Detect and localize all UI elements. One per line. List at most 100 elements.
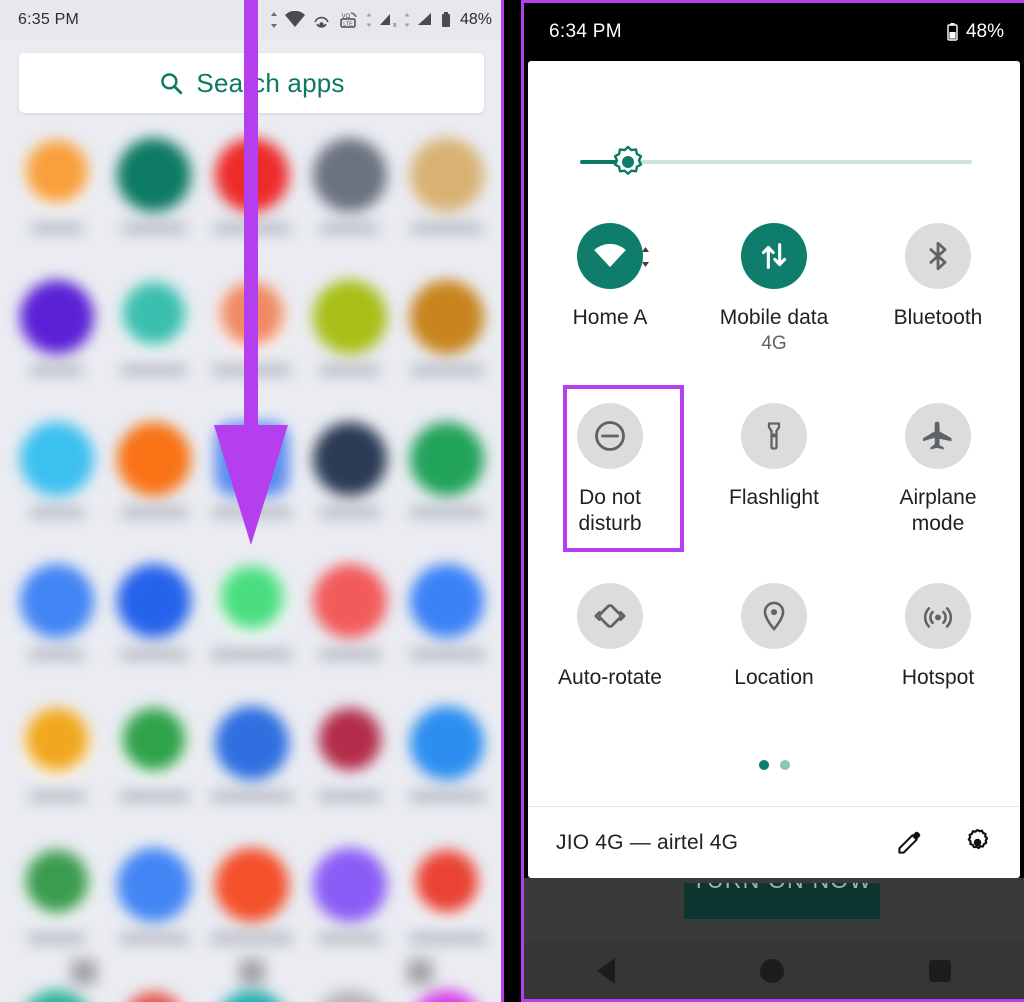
qs-tile-home-a[interactable]: Home A <box>528 209 692 389</box>
app-icon <box>410 138 485 212</box>
app-drawer-item[interactable] <box>208 698 296 840</box>
svg-text:LTE: LTE <box>343 22 353 28</box>
app-label <box>411 223 484 234</box>
qs-tile-auto-rotate[interactable]: Auto-rotate <box>528 569 692 749</box>
app-drawer-item[interactable] <box>208 272 296 414</box>
page-dot-2[interactable] <box>779 760 790 770</box>
app-drawer-item[interactable] <box>110 698 198 840</box>
auto-rotate-icon <box>577 583 643 649</box>
gear-icon[interactable] <box>963 828 992 857</box>
app-icon <box>214 422 289 496</box>
app-drawer-item[interactable] <box>403 272 491 414</box>
qs-tile-location[interactable]: Location <box>692 569 856 749</box>
right-nav-bar[interactable] <box>524 942 1024 999</box>
app-icon <box>117 138 192 212</box>
app-icon <box>117 706 192 780</box>
app-drawer-item[interactable] <box>110 130 198 272</box>
brightness-slider[interactable] <box>580 145 972 179</box>
app-icon <box>19 706 94 780</box>
app-drawer-item[interactable] <box>13 698 101 840</box>
data-transfer-icon <box>270 12 277 28</box>
left-status-bar: 6:35 PM LTE VO x 48% <box>0 0 501 40</box>
recents-button[interactable] <box>929 959 952 982</box>
qs-tile-mobile-data[interactable]: Mobile data 4G <box>692 209 856 389</box>
battery-icon <box>947 22 958 41</box>
app-drawer-item[interactable] <box>403 556 491 698</box>
app-drawer-item[interactable] <box>13 556 101 698</box>
app-drawer-item[interactable] <box>208 556 296 698</box>
qs-tile-label: Hotspot <box>901 666 975 689</box>
app-label <box>319 507 381 518</box>
app-drawer-item[interactable] <box>306 272 394 414</box>
flashlight-icon <box>741 403 807 469</box>
pencil-icon[interactable] <box>896 829 923 856</box>
mobile-data-icon <box>741 223 807 289</box>
right-status-time: 6:34 PM <box>549 20 622 42</box>
app-label <box>212 365 292 376</box>
app-icon <box>117 848 192 922</box>
qs-tile-airplane-mode[interactable]: Airplane mode <box>856 389 1020 569</box>
app-icon <box>214 706 289 780</box>
app-drawer-item[interactable] <box>403 130 491 272</box>
app-icon <box>410 280 485 354</box>
app-icon <box>312 138 387 212</box>
qs-tile-label: Location <box>734 666 814 689</box>
app-drawer-item[interactable] <box>110 556 198 698</box>
app-label <box>121 223 187 234</box>
app-drawer-item[interactable] <box>13 272 101 414</box>
app-icon <box>19 564 94 638</box>
app-label <box>29 649 85 660</box>
brightness-sun-icon[interactable] <box>611 145 645 179</box>
qs-tile-label: Home A <box>572 306 648 329</box>
expand-caret-icon[interactable] <box>640 245 651 274</box>
right-phone-screen: 6:34 PM 48% Home A Mobile data 4G Blueto… <box>521 0 1024 1002</box>
search-icon <box>161 73 183 95</box>
app-drawer-item[interactable] <box>110 272 198 414</box>
app-icon <box>117 564 192 638</box>
left-battery-percent: 48% <box>459 11 492 28</box>
page-indicator[interactable] <box>528 760 1020 770</box>
left-status-time: 6:35 PM <box>18 11 79 28</box>
home-button[interactable] <box>759 958 784 983</box>
back-button[interactable] <box>596 957 615 984</box>
app-drawer-item[interactable] <box>110 414 198 556</box>
app-label <box>121 365 188 376</box>
back-button[interactable] <box>71 959 97 985</box>
turn-on-now-button[interactable]: TURN ON NOW <box>684 883 880 919</box>
comparison-screenshot: 6:35 PM LTE VO x 48% Search apps 6:34 PM… <box>0 0 1024 1002</box>
app-label <box>211 507 292 518</box>
qs-tile-do-not-disturb[interactable]: Do not disturb <box>528 389 692 569</box>
app-label <box>409 649 485 660</box>
app-label <box>211 649 293 660</box>
app-label <box>28 791 85 802</box>
app-drawer-item[interactable] <box>306 698 394 840</box>
app-drawer-item[interactable] <box>306 130 394 272</box>
app-drawer-item[interactable] <box>13 130 101 272</box>
search-placeholder: Search apps <box>196 67 345 98</box>
app-icon <box>19 138 94 212</box>
app-drawer-item[interactable] <box>208 414 296 556</box>
app-icon <box>312 422 387 496</box>
right-status-icons: 48% <box>946 21 1004 43</box>
app-icon <box>214 848 289 922</box>
battery-icon <box>441 12 450 27</box>
app-drawer-item[interactable] <box>403 414 491 556</box>
left-nav-bar[interactable] <box>0 942 501 1002</box>
app-label <box>318 649 381 660</box>
qs-tile-hotspot[interactable]: Hotspot <box>856 569 1020 749</box>
app-label <box>210 791 293 802</box>
app-drawer-item[interactable] <box>306 414 394 556</box>
page-dot-1[interactable] <box>758 760 769 770</box>
app-icon <box>312 564 387 638</box>
app-drawer-grid[interactable] <box>0 120 501 1002</box>
search-apps-bar[interactable]: Search apps <box>19 53 484 113</box>
app-drawer-item[interactable] <box>13 414 101 556</box>
qs-tile-bluetooth[interactable]: Bluetooth <box>856 209 1020 389</box>
recents-button[interactable] <box>407 959 433 985</box>
app-drawer-item[interactable] <box>306 556 394 698</box>
home-button[interactable] <box>239 959 265 985</box>
quick-settings-tiles[interactable]: Home A Mobile data 4G Bluetooth Do not distu… <box>528 209 1020 749</box>
qs-tile-flashlight[interactable]: Flashlight <box>692 389 856 569</box>
app-drawer-item[interactable] <box>403 698 491 840</box>
app-drawer-item[interactable] <box>208 130 296 272</box>
